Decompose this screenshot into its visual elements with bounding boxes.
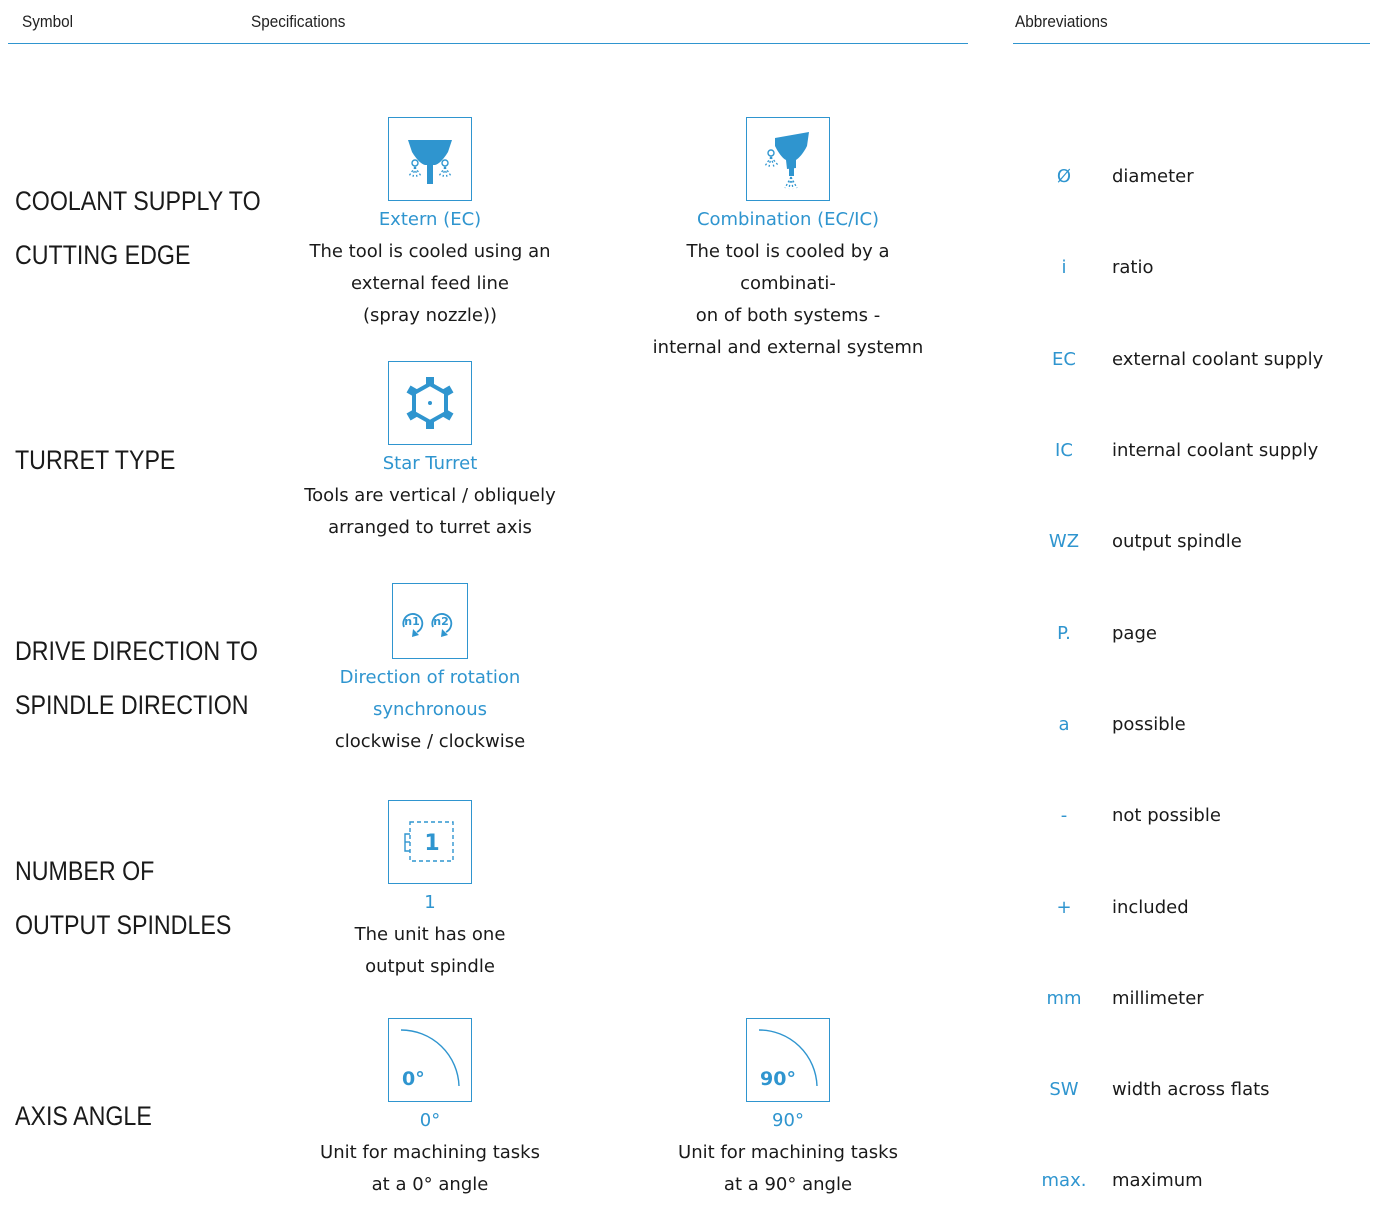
axis-angle-icon-label: 0° — [402, 1068, 425, 1090]
spec-card-extern-ec: Extern (EC) The tool is cooled using an … — [280, 117, 580, 332]
section-label-line: COOLANT SUPPLY TO — [15, 186, 261, 216]
rotation-icon-label-n1: n1 — [404, 615, 420, 628]
section-label-drive: DRIVE DIRECTION TO SPINDLE DIRECTION — [15, 624, 258, 732]
section-label-line: NUMBER OF — [15, 856, 155, 886]
abbreviation-item: a possible — [1025, 710, 1370, 740]
spec-description-line: at a 0° angle — [371, 1174, 489, 1195]
abbreviation-value: external coolant supply — [1112, 349, 1324, 370]
header-rule-right — [1013, 43, 1370, 44]
abbreviation-key: Ø — [1056, 166, 1072, 187]
header-specifications: Specifications — [251, 12, 346, 31]
section-label-line: CUTTING EDGE — [15, 240, 191, 270]
abbreviation-item: max. maximum — [1025, 1166, 1370, 1196]
section-label-line: AXIS ANGLE — [15, 1101, 152, 1131]
abbreviation-key: - — [1060, 805, 1068, 826]
spec-description-line: clockwise / clockwise — [334, 731, 526, 752]
abbreviation-key: mm — [1046, 988, 1082, 1009]
spec-title: synchronous — [373, 699, 487, 720]
spec-description-line: at a 90° angle — [723, 1174, 853, 1195]
abbreviation-value: included — [1112, 897, 1189, 918]
spec-card-star-turret: Star Turret Tools are vertical / oblique… — [280, 361, 580, 544]
abbreviation-key: max. — [1041, 1170, 1087, 1191]
abbreviation-key: + — [1056, 897, 1072, 918]
spec-description-line: The tool is cooled by a combinati- — [686, 241, 890, 294]
spec-description-line: output spindle — [365, 956, 495, 977]
section-label-line: OUTPUT SPINDLES — [15, 910, 232, 940]
spec-description-line: internal and external systemn — [652, 337, 924, 358]
abbreviation-item: P. page — [1025, 619, 1370, 649]
abbreviation-value: ratio — [1112, 257, 1154, 278]
abbreviation-key: SW — [1049, 1079, 1079, 1100]
combination-coolant-icon — [746, 117, 830, 201]
spec-title: 90° — [772, 1110, 804, 1131]
spec-title: 1 — [424, 892, 436, 913]
spec-description-line: (spray nozzle)) — [362, 305, 498, 326]
spec-title: Combination (EC/IC) — [696, 209, 880, 230]
spec-description-line: arranged to turret axis — [328, 517, 532, 538]
axis-angle-0-icon: 0° — [388, 1018, 472, 1102]
section-label-spindles: NUMBER OF OUTPUT SPINDLES — [15, 844, 231, 952]
external-coolant-nozzle-icon — [388, 117, 472, 201]
abbreviation-value: internal coolant supply — [1112, 440, 1319, 461]
axis-angle-90-icon: 90° — [746, 1018, 830, 1102]
abbreviation-value: maximum — [1112, 1170, 1203, 1191]
section-label-coolant: COOLANT SUPPLY TO CUTTING EDGE — [15, 174, 261, 282]
spindle-icon-number: 1 — [424, 831, 439, 856]
abbreviation-item: + included — [1025, 893, 1370, 923]
single-output-spindle-icon: 1 — [388, 800, 472, 884]
abbreviation-key: IC — [1055, 440, 1073, 461]
header-symbol: Symbol — [22, 12, 74, 31]
section-label-axis: AXIS ANGLE — [15, 1089, 152, 1143]
spec-description-line: The tool is cooled using an — [309, 241, 551, 262]
spec-title: 0° — [419, 1110, 441, 1131]
abbreviation-value: width across flats — [1112, 1079, 1270, 1100]
abbreviation-key: i — [1061, 257, 1067, 278]
abbreviation-item: mm millimeter — [1025, 984, 1370, 1014]
abbreviation-item: EC external coolant supply — [1025, 345, 1370, 375]
abbreviation-key: a — [1058, 714, 1070, 735]
abbreviation-value: diameter — [1112, 166, 1194, 187]
spec-description-line: Tools are vertical / obliquely — [304, 485, 556, 506]
rotation-direction-icon: n1 n2 — [392, 583, 468, 659]
abbreviation-key: P. — [1057, 623, 1071, 644]
spec-description-line: Unit for machining tasks — [678, 1142, 898, 1163]
abbreviation-key: WZ — [1048, 531, 1080, 552]
spec-card-one-output-spindle: 1 1 The unit has one output spindle — [280, 800, 580, 983]
section-label-line: DRIVE DIRECTION TO — [15, 636, 258, 666]
spec-description-line: on of both systems - — [695, 305, 881, 326]
spec-description-line: Unit for machining tasks — [320, 1142, 540, 1163]
header-rule-left — [8, 43, 968, 44]
spec-title: Star Turret — [382, 453, 478, 474]
spec-description-line: external feed line — [351, 273, 509, 294]
star-turret-icon — [388, 361, 472, 445]
spec-title: Extern (EC) — [378, 209, 482, 230]
spec-card-axis-angle-0: 0° 0° Unit for machining tasks at a 0° a… — [280, 1018, 580, 1201]
header-abbreviations: Abbreviations — [1015, 12, 1108, 31]
spec-card-direction-of-rotation: n1 n2 Direction of rotation synchronous … — [280, 583, 580, 758]
axis-angle-icon-label: 90° — [760, 1068, 796, 1090]
section-label-line: TURRET TYPE — [15, 445, 176, 475]
section-label-line: SPINDLE DIRECTION — [15, 690, 249, 720]
abbreviation-value: output spindle — [1112, 531, 1242, 552]
abbreviation-value: possible — [1112, 714, 1186, 735]
abbreviation-item: i ratio — [1025, 253, 1370, 283]
rotation-icon-label-n2: n2 — [433, 615, 449, 628]
abbreviation-item: Ø diameter — [1025, 162, 1370, 192]
abbreviation-item: - not possible — [1025, 801, 1370, 831]
abbreviation-item: IC internal coolant supply — [1025, 436, 1370, 466]
abbreviation-item: SW width across flats — [1025, 1075, 1370, 1105]
section-label-turret: TURRET TYPE — [15, 433, 175, 487]
abbreviation-value: millimeter — [1112, 988, 1204, 1009]
spec-card-axis-angle-90: 90° 90° Unit for machining tasks at a 90… — [638, 1018, 938, 1201]
spec-card-combination-ec-ic: Combination (EC/IC) The tool is cooled b… — [638, 117, 938, 364]
abbreviation-value: page — [1112, 623, 1157, 644]
spec-title: Direction of rotation — [339, 667, 521, 688]
abbreviation-item: WZ output spindle — [1025, 527, 1370, 557]
spec-description-line: The unit has one — [354, 924, 506, 945]
abbreviation-key: EC — [1052, 349, 1076, 370]
abbreviation-value: not possible — [1112, 805, 1221, 826]
